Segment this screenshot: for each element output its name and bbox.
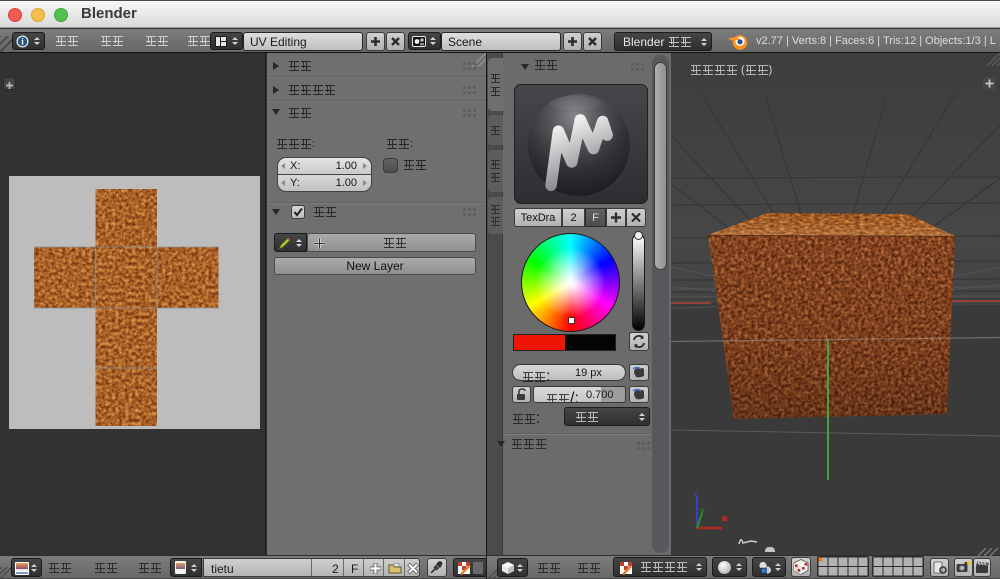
svg-text:y: y xyxy=(700,506,705,515)
svg-text:z: z xyxy=(694,491,698,498)
